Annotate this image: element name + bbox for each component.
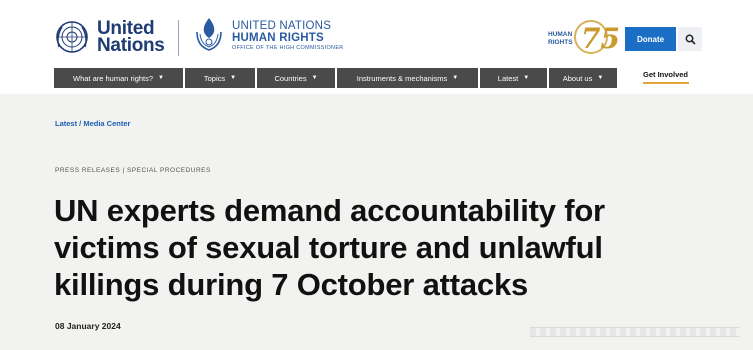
search-icon (685, 34, 696, 45)
ohchr-logo[interactable]: UNITED NATIONS HUMAN RIGHTS OFFICE OF TH… (191, 14, 344, 56)
get-involved-underline (643, 82, 689, 84)
site-header: United Nations UNITED NATIONS HUMAN RIGH… (0, 0, 753, 66)
ohchr-line3: OFFICE OF THE HIGH COMMISSIONER (232, 44, 344, 51)
caret-down-icon: ▼ (311, 75, 318, 81)
caret-down-icon: ▼ (452, 75, 459, 81)
article-kicker: PRESS RELEASES | SPECIAL PROCEDURES (55, 167, 211, 174)
nav-item-countries[interactable]: Countries ▼ (257, 68, 335, 88)
ohchr-line1: UNITED NATIONS (232, 19, 332, 32)
nav-item-what-are-human-rights[interactable]: What are human rights? ▼ (54, 68, 183, 88)
un-logo[interactable]: United Nations (54, 19, 165, 55)
human-rights-75-logo[interactable]: HUMAN RIGHTS 75 (548, 20, 620, 60)
caret-down-icon: ▼ (597, 75, 604, 81)
nav-item-topics[interactable]: Topics ▼ (185, 68, 255, 88)
article-content: Latest / Media Center PRESS RELEASES | S… (0, 94, 753, 350)
watermark (530, 322, 740, 342)
logo-divider (178, 20, 179, 56)
caret-down-icon: ▼ (158, 75, 164, 81)
caret-down-icon: ▼ (523, 75, 530, 81)
headline-line: killings during 7 October attacks (54, 267, 529, 302)
headline-line: UN experts demand accountability for (54, 193, 605, 228)
un-wordmark-line2: Nations (97, 35, 165, 56)
nav-item-label: Instruments & mechanisms (356, 73, 448, 83)
breadcrumb[interactable]: Latest / Media Center (55, 119, 130, 128)
ohchr-flame-icon (196, 18, 222, 51)
nav-item-latest[interactable]: Latest ▼ (480, 68, 547, 88)
caret-down-icon: ▼ (230, 75, 237, 81)
nav-get-involved[interactable]: Get Involved (643, 70, 688, 79)
nav-item-label: What are human rights? (73, 73, 154, 83)
donate-button[interactable]: Donate (625, 27, 676, 51)
article-date: 08 January 2024 (55, 321, 121, 331)
nav-item-label: About us (562, 73, 593, 83)
nav-item-label: Latest (497, 73, 519, 83)
ohchr-line2: HUMAN RIGHTS (232, 31, 324, 44)
ohchr-text: UNITED NATIONS HUMAN RIGHTS OFFICE OF TH… (232, 20, 344, 51)
un-wordmark: United Nations (97, 19, 165, 56)
watermark-bar (530, 327, 740, 337)
nav-item-about-us[interactable]: About us ▼ (549, 68, 617, 88)
article-headline: UN experts demand accountability for vic… (54, 192, 714, 303)
hr75-line1: HUMAN (548, 31, 573, 38)
un-emblem-icon (56, 21, 88, 53)
hr75-line2: RIGHTS (548, 39, 573, 46)
search-button[interactable] (678, 27, 702, 51)
nav-item-label: Topics (203, 73, 226, 83)
hr75-text: HUMAN RIGHTS (548, 31, 573, 47)
headline-line: victims of sexual torture and unlawful (54, 230, 603, 265)
hr75-number: 75 (581, 22, 620, 55)
nav-item-instruments-mechanisms[interactable]: Instruments & mechanisms ▼ (337, 68, 478, 88)
main-nav: What are human rights? ▼ Topics ▼ Countrie… (54, 68, 619, 88)
nav-item-label: Countries (274, 73, 307, 83)
